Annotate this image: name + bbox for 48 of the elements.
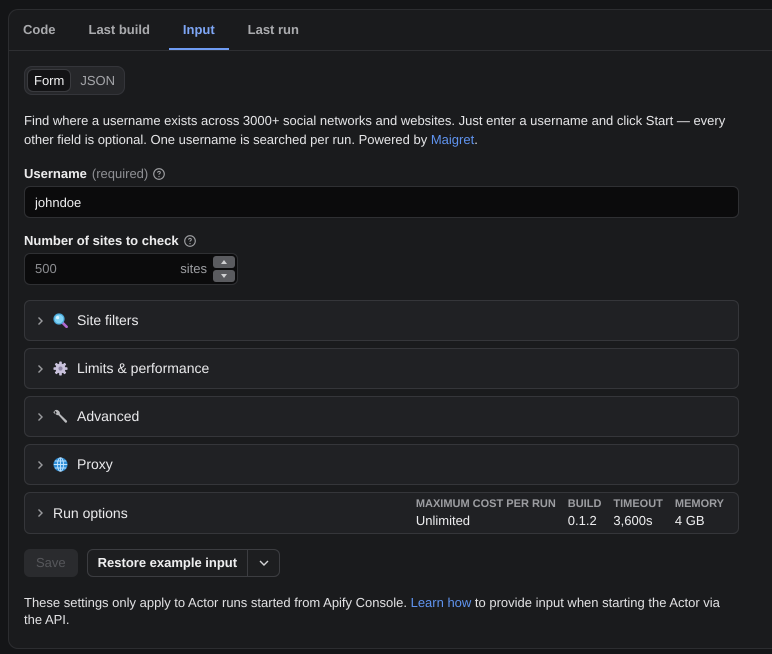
field-label: Number of sites to check (24, 232, 179, 250)
run-options-section[interactable]: Run options MAXIMUM COST PER RUN Unlimited BUILD 0.1.2 TIMEOUT 3,600s MEMORY 4 GB (24, 492, 739, 534)
stat-value: 3,600s (613, 512, 654, 529)
view-toggle-option[interactable]: Form (27, 69, 72, 92)
caret-up-icon (221, 260, 227, 264)
chevron-down-icon (258, 560, 269, 566)
increment-button[interactable] (213, 256, 235, 268)
tab[interactable]: Last run (234, 10, 313, 50)
number-field[interactable]: 500 sites (24, 253, 238, 285)
dropdown-button[interactable] (248, 549, 280, 577)
tab[interactable]: Code (9, 10, 70, 50)
link[interactable]: Learn how (410, 595, 472, 610)
stat-value: 0.1.2 (568, 512, 598, 529)
section-title: Limits & performance (77, 359, 210, 378)
accordion-section[interactable]: Site filters (24, 300, 739, 341)
section-title: Advanced (77, 407, 140, 426)
tab[interactable]: Last build (74, 10, 164, 50)
stat-label: BUILD (568, 497, 602, 512)
help-icon[interactable] (184, 235, 196, 247)
accordion-section[interactable]: Limits & performance (24, 348, 739, 389)
description-text: Find where a username exists across 3000+ social networks and websites. Just enter a username and click Start — every other field is optional. One username is searched per run. Powered by Maigret. (24, 112, 726, 149)
section-title: Site filters (77, 311, 138, 330)
field-label: Username (24, 165, 87, 184)
accordion-section[interactable]: Proxy (24, 444, 739, 485)
section-title: Proxy (77, 455, 113, 474)
text-field[interactable]: johndoe (24, 186, 739, 218)
restore-button[interactable]: Restore example input (86, 549, 248, 577)
section-title: Run options (53, 504, 128, 523)
accordion-section[interactable]: Advanced (24, 396, 739, 437)
magnifier-icon (53, 313, 68, 328)
stat-value: Unlimited (416, 512, 472, 529)
view-toggle-option[interactable]: JSON (73, 69, 122, 92)
stat-value: 4 GB (674, 512, 706, 529)
wrench-icon (53, 409, 68, 424)
caret-down-icon (221, 274, 227, 278)
number-input[interactable]: 500 (35, 259, 155, 279)
footer-text: These settings only apply to Actor runs started from Apify Console. Learn how to provide input when starting the Actor via the API. (24, 594, 721, 628)
field-hint: (required) (92, 165, 148, 184)
globe-icon (53, 457, 68, 472)
help-icon[interactable] (153, 168, 166, 180)
decrement-button[interactable] (213, 270, 235, 282)
gear-icon (53, 361, 68, 376)
unit-label: sites (180, 260, 207, 278)
stat-label: TIMEOUT (613, 497, 663, 512)
stat-label: MEMORY (674, 497, 724, 512)
tab[interactable]: Input (168, 10, 229, 50)
link[interactable]: Maigret (430, 132, 474, 147)
stat-label: MAXIMUM COST PER RUN (416, 497, 556, 512)
